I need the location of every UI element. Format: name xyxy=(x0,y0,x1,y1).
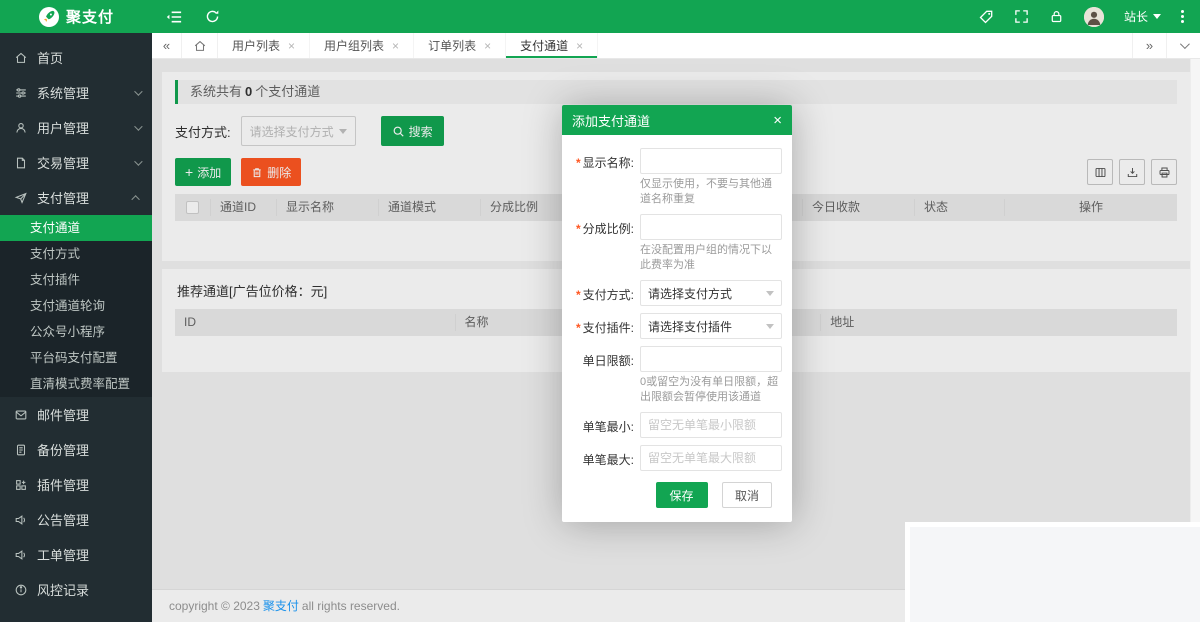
info-circle-icon xyxy=(13,582,29,598)
page-icon xyxy=(13,442,29,458)
sidebar-item-pay-method[interactable]: 支付方式 xyxy=(0,241,152,267)
min-amount-input[interactable] xyxy=(640,412,782,438)
sidebar-item-risk[interactable]: 风控记录 xyxy=(0,572,152,607)
required-mark: * xyxy=(576,156,581,170)
sidebar-toggle-icon[interactable] xyxy=(166,10,183,24)
sidebar-item-system[interactable]: 系统管理 xyxy=(0,75,152,110)
chevron-down-icon xyxy=(134,157,142,165)
sidebar-item-announce[interactable]: 公告管理 xyxy=(0,502,152,537)
mail-icon xyxy=(13,407,29,423)
user-icon xyxy=(13,120,29,136)
user-name: 站长 xyxy=(1124,8,1148,25)
rocket-logo-icon xyxy=(38,6,60,28)
sidebar-item-home[interactable]: 首页 xyxy=(0,40,152,75)
sidebar-item-platform-code[interactable]: 平台码支付配置 xyxy=(0,345,152,371)
sidebar-item-direct-rate[interactable]: 直清模式费率配置 xyxy=(0,371,152,397)
tabs-menu-chevron[interactable] xyxy=(1166,33,1200,58)
empty-panel xyxy=(905,522,1200,622)
close-icon[interactable]: × xyxy=(484,39,491,53)
plane-icon xyxy=(13,190,29,206)
sidebar-item-plugins[interactable]: 插件管理 xyxy=(0,467,152,502)
fullscreen-icon[interactable] xyxy=(1014,9,1029,24)
close-icon[interactable]: × xyxy=(576,39,583,53)
sidebar-item-pay-channel[interactable]: 支付通道 xyxy=(0,215,152,241)
tabs-scroll-left[interactable]: « xyxy=(152,33,182,58)
refresh-icon[interactable] xyxy=(205,9,220,24)
max-amount-input[interactable] xyxy=(640,445,782,471)
sidebar-item-mail[interactable]: 邮件管理 xyxy=(0,397,152,432)
chevron-down-icon xyxy=(134,122,142,130)
required-mark: * xyxy=(576,288,581,302)
top-header: 聚支付 站长 xyxy=(0,0,1200,33)
sidebar-item-tickets[interactable]: 工单管理 xyxy=(0,537,152,572)
save-button[interactable]: 保存 xyxy=(656,482,708,508)
daily-limit-input[interactable] xyxy=(640,346,782,372)
tab-user-group-list[interactable]: 用户组列表 × xyxy=(310,33,414,58)
required-mark: * xyxy=(576,321,581,335)
chevron-down-icon xyxy=(134,87,142,95)
close-icon[interactable]: × xyxy=(288,39,295,53)
modal-close-icon[interactable]: × xyxy=(773,113,782,128)
payment-submenu: 支付通道 支付方式 支付插件 支付通道轮询 公众号小程序 平台码支付配置 直清模… xyxy=(0,215,152,397)
add-channel-modal: 添加支付通道 × *显示名称: 仅显示使用，不要与其他通道名称重复 *分成比例:… xyxy=(562,105,792,522)
blocks-icon xyxy=(13,477,29,493)
home-icon xyxy=(193,39,207,53)
tabs-scroll-right[interactable]: » xyxy=(1132,33,1166,58)
tag-icon[interactable] xyxy=(978,9,994,25)
select-arrow-icon xyxy=(766,291,774,296)
file-icon xyxy=(13,155,29,171)
tab-order-list[interactable]: 订单列表 × xyxy=(414,33,506,58)
content-frame: 系统共有0个支付通道 支付方式: 请选择支付方式 搜索 + 添加 xyxy=(152,59,1200,622)
sidebar-item-pay-plugin[interactable]: 支付插件 xyxy=(0,267,152,293)
caret-down-icon xyxy=(1153,14,1161,19)
tab-user-list[interactable]: 用户列表 × xyxy=(218,33,310,58)
home-icon xyxy=(13,50,29,66)
sidebar: 首页 系统管理 用户管理 交易管理 支付管理 支付通道 支付方式 支付插件 支付… xyxy=(0,33,152,622)
sidebar-item-users[interactable]: 用户管理 xyxy=(0,110,152,145)
pay-plugin-modal-select[interactable]: 请选择支付插件 xyxy=(640,313,782,339)
sidebar-item-mp-miniapp[interactable]: 公众号小程序 xyxy=(0,319,152,345)
brand-title: 聚支付 xyxy=(66,6,114,27)
share-ratio-hint: 在没配置用户组的情况下以此费率为准 xyxy=(640,243,782,273)
sliders-icon xyxy=(13,85,29,101)
tab-pay-channel[interactable]: 支付通道 × xyxy=(506,33,598,58)
tab-home[interactable] xyxy=(182,33,218,58)
sidebar-item-trade[interactable]: 交易管理 xyxy=(0,145,152,180)
more-menu-icon[interactable] xyxy=(1181,10,1184,23)
sidebar-item-channel-poll[interactable]: 支付通道轮询 xyxy=(0,293,152,319)
modal-header: 添加支付通道 × xyxy=(562,105,792,135)
avatar[interactable] xyxy=(1084,7,1104,27)
select-arrow-icon xyxy=(766,324,774,329)
horn-icon xyxy=(13,512,29,528)
required-mark: * xyxy=(576,222,581,236)
pay-method-modal-select[interactable]: 请选择支付方式 xyxy=(640,280,782,306)
modal-title: 添加支付通道 xyxy=(572,111,650,130)
lock-icon[interactable] xyxy=(1049,9,1064,24)
horn-icon xyxy=(13,547,29,563)
display-name-hint: 仅显示使用，不要与其他通道名称重复 xyxy=(640,177,782,207)
brand-logo[interactable]: 聚支付 xyxy=(0,6,152,28)
display-name-input[interactable] xyxy=(640,148,782,174)
share-ratio-input[interactable] xyxy=(640,214,782,240)
cancel-button[interactable]: 取消 xyxy=(722,482,772,508)
tab-bar: « 用户列表 × 用户组列表 × 订单列表 × 支付通道 × » xyxy=(152,33,1200,59)
sidebar-item-backup[interactable]: 备份管理 xyxy=(0,432,152,467)
user-menu[interactable]: 站长 xyxy=(1124,8,1161,25)
daily-limit-hint: 0或留空为没有单日限额，超出限额会暂停使用该通道 xyxy=(640,375,782,405)
close-icon[interactable]: × xyxy=(392,39,399,53)
sidebar-item-payment[interactable]: 支付管理 xyxy=(0,180,152,215)
